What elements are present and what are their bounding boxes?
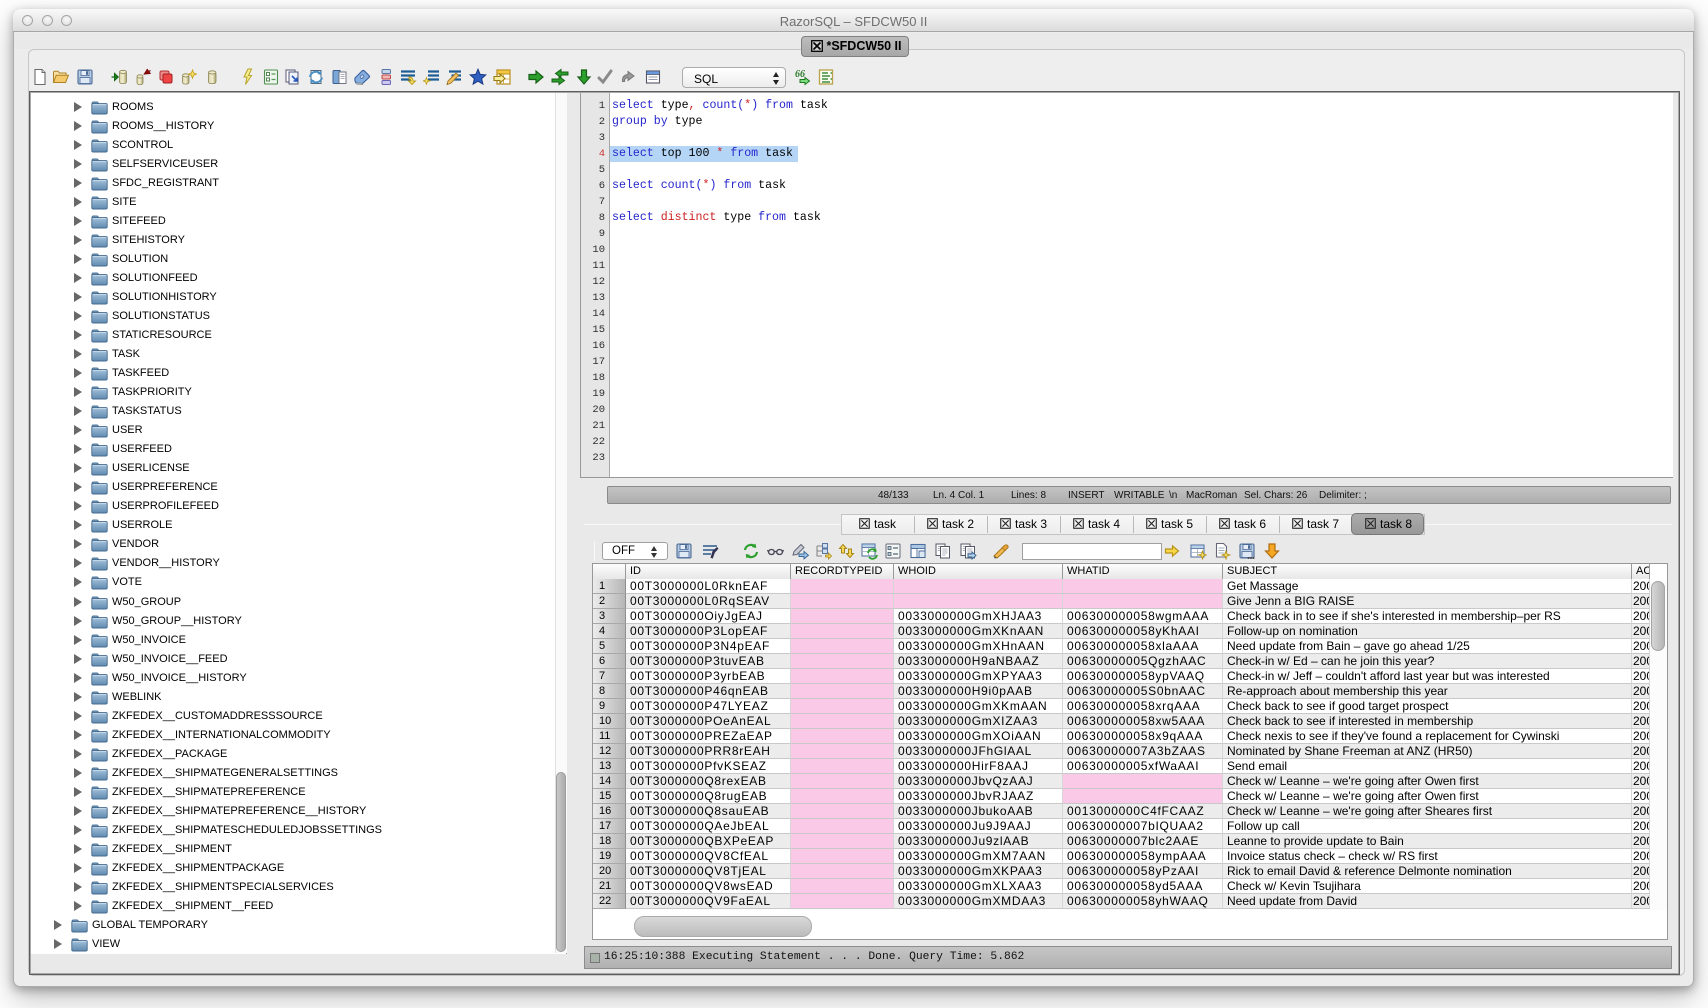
svg-text:66: 66: [795, 69, 805, 80]
